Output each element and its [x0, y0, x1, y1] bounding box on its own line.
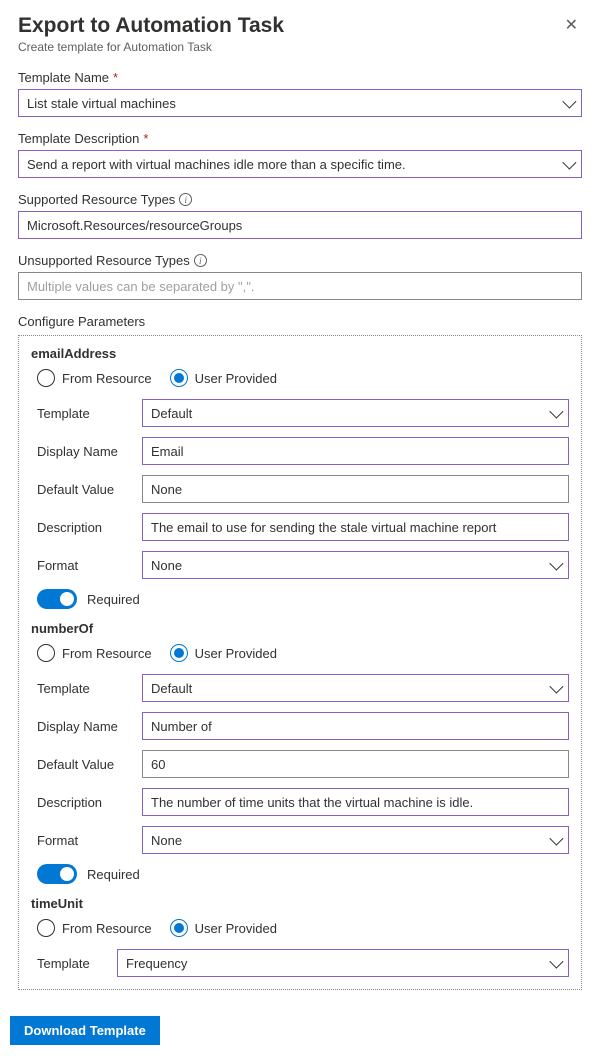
numberof-required-toggle[interactable]: [37, 864, 77, 884]
row-label-template: Template: [37, 406, 142, 421]
info-icon[interactable]: i: [179, 193, 192, 206]
supported-types-input[interactable]: Microsoft.Resources/resourceGroups: [18, 211, 582, 239]
numberof-template-select[interactable]: Default: [142, 674, 569, 702]
row-label-description: Description: [37, 520, 142, 535]
numberof-displayname-input[interactable]: Number of: [142, 712, 569, 740]
page-subtitle: Create template for Automation Task: [18, 40, 284, 54]
param-timeunit-name: timeUnit: [31, 896, 569, 911]
timeunit-user-provided-radio[interactable]: User Provided: [170, 919, 277, 937]
unsupported-types-label: Unsupported Resource Types i: [18, 253, 582, 268]
info-icon[interactable]: i: [194, 254, 207, 267]
emailaddress-user-provided-radio[interactable]: User Provided: [170, 369, 277, 387]
emailaddress-required-toggle[interactable]: [37, 589, 77, 609]
template-name-label: Template Name*: [18, 70, 582, 85]
chevron-down-icon: [549, 405, 563, 419]
numberof-from-resource-radio[interactable]: From Resource: [37, 644, 152, 662]
chevron-down-icon: [549, 680, 563, 694]
chevron-down-icon: [549, 557, 563, 571]
timeunit-template-select[interactable]: Frequency: [117, 949, 569, 977]
row-label-displayname: Display Name: [37, 444, 142, 459]
download-template-button[interactable]: Download Template: [10, 1016, 160, 1045]
unsupported-types-input[interactable]: Multiple values can be separated by ",".: [18, 272, 582, 300]
emailaddress-from-resource-radio[interactable]: From Resource: [37, 369, 152, 387]
emailaddress-format-select[interactable]: None: [142, 551, 569, 579]
row-label-format: Format: [37, 558, 142, 573]
emailaddress-template-select[interactable]: Default: [142, 399, 569, 427]
template-description-label: Template Description*: [18, 131, 582, 146]
parameters-container: emailAddress From Resource User Provided…: [18, 335, 582, 990]
numberof-description-input[interactable]: The number of time units that the virtua…: [142, 788, 569, 816]
numberof-user-provided-radio[interactable]: User Provided: [170, 644, 277, 662]
param-emailaddress-name: emailAddress: [31, 346, 569, 361]
emailaddress-displayname-input[interactable]: Email: [142, 437, 569, 465]
emailaddress-defaultvalue-input[interactable]: None: [142, 475, 569, 503]
close-icon[interactable]: ✕: [561, 14, 582, 38]
emailaddress-description-input[interactable]: The email to use for sending the stale v…: [142, 513, 569, 541]
timeunit-from-resource-radio[interactable]: From Resource: [37, 919, 152, 937]
required-label: Required: [87, 592, 140, 607]
chevron-down-icon: [549, 832, 563, 846]
row-label-defaultvalue: Default Value: [37, 482, 142, 497]
configure-parameters-label: Configure Parameters: [18, 314, 582, 329]
supported-types-label: Supported Resource Types i: [18, 192, 582, 207]
chevron-down-icon: [562, 156, 576, 170]
param-numberof-name: numberOf: [31, 621, 569, 636]
chevron-down-icon: [549, 955, 563, 969]
numberof-defaultvalue-input[interactable]: 60: [142, 750, 569, 778]
chevron-down-icon: [562, 95, 576, 109]
template-description-select[interactable]: Send a report with virtual machines idle…: [18, 150, 582, 178]
template-name-select[interactable]: List stale virtual machines: [18, 89, 582, 117]
numberof-format-select[interactable]: None: [142, 826, 569, 854]
page-title: Export to Automation Task: [18, 14, 284, 38]
